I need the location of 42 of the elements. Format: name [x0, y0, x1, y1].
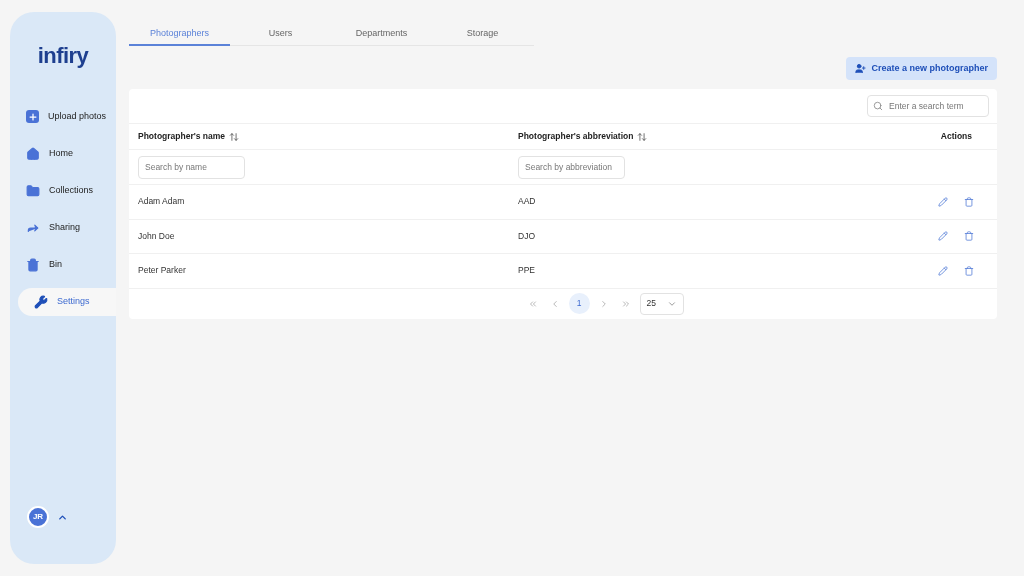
logo: infiry [37, 41, 89, 70]
trash-icon[interactable] [964, 265, 974, 276]
filter-field[interactable]: Search by abbreviation [518, 155, 625, 179]
add-user-icon [855, 63, 867, 74]
nav-item[interactable]: Sharing [10, 213, 116, 242]
column-header: Actions [940, 130, 972, 143]
page-button[interactable]: 1 [568, 293, 590, 314]
plus-icon [26, 110, 39, 123]
edit-icon[interactable] [938, 196, 948, 207]
column-header: Photographer's abbreviation [518, 130, 634, 143]
trash-icon[interactable] [964, 196, 974, 207]
sort-icon[interactable] [637, 131, 648, 142]
trash-icon[interactable] [964, 231, 974, 242]
tab[interactable]: Storage [432, 24, 533, 46]
tab[interactable]: Photographers [129, 24, 230, 46]
edit-icon[interactable] [938, 231, 948, 242]
search-icon [873, 101, 883, 111]
search-field[interactable]: Enter a search term [867, 95, 989, 117]
edit-icon[interactable] [938, 265, 948, 276]
nav-item[interactable]: Collections [10, 176, 116, 205]
column-header: Photographer's name [138, 130, 226, 143]
tab[interactable]: Departments [331, 24, 432, 46]
sort-icon[interactable] [229, 131, 240, 142]
table-cell: Adam Adam [138, 196, 185, 207]
table-cell: John Doe [138, 230, 175, 241]
user-avatar[interactable]: JR [27, 506, 49, 528]
create-button[interactable]: Create a new photographer [846, 57, 997, 80]
nav-item[interactable]: Settings [18, 287, 116, 316]
page-size-select[interactable]: 25 [639, 292, 684, 315]
tab[interactable]: Users [230, 24, 331, 46]
home-icon [26, 146, 40, 161]
folder-icon [26, 183, 40, 198]
nav-item[interactable]: Bin [10, 250, 116, 279]
table-cell: AAD [518, 196, 536, 207]
filter-field[interactable]: Search by name [138, 155, 245, 179]
wrench-icon [34, 294, 48, 309]
table-cell: DJO [518, 230, 535, 241]
table-cell: PPE [518, 265, 535, 276]
trash-icon [26, 257, 40, 272]
table-cell: Peter Parker [138, 265, 186, 276]
nav-item[interactable]: Upload photos [10, 102, 116, 131]
nav-item[interactable]: Home [10, 139, 116, 168]
